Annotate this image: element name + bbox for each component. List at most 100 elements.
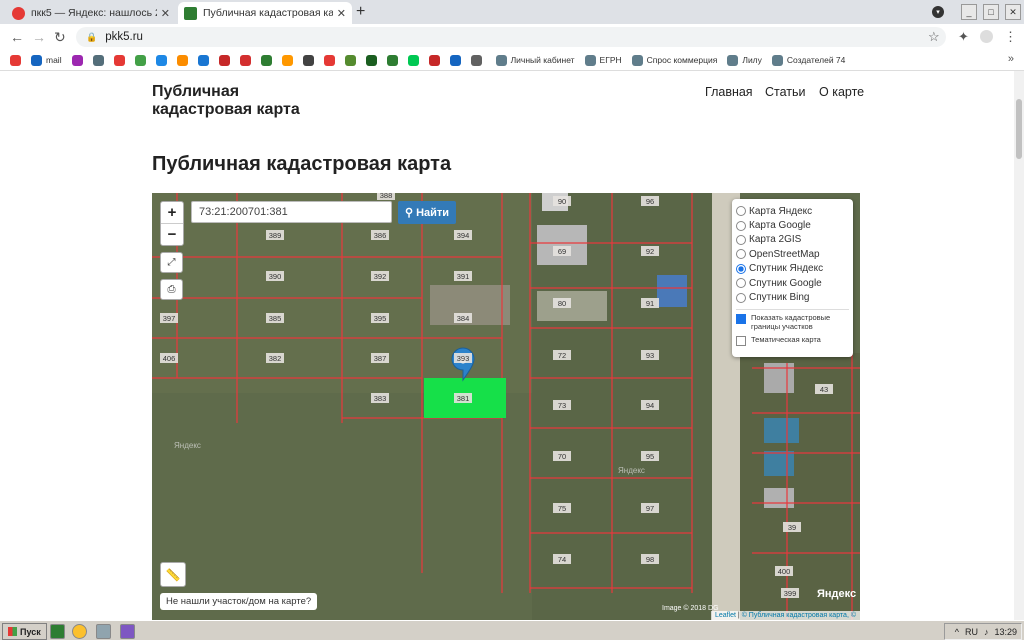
parcel-number[interactable]: 382 [269,354,282,363]
bookmark-item[interactable] [449,54,461,66]
parcel-number[interactable]: 400 [778,567,791,576]
bookmark-item[interactable] [470,54,482,66]
bookmark-item[interactable] [10,54,21,66]
bookmark-item[interactable] [344,54,356,66]
layer-option[interactable]: Карта Google [736,218,849,232]
bookmark-item[interactable]: Личный кабинет [495,54,575,66]
parcel-number[interactable]: 91 [646,299,654,308]
bookmark-item[interactable] [218,54,230,66]
parcel-number[interactable]: 397 [163,314,176,323]
bookmark-item[interactable] [302,54,314,66]
chrome-taskbar-icon[interactable] [72,624,87,639]
zoom-in-button[interactable]: + [161,202,183,223]
layer-option[interactable]: Спутник Bing [736,290,849,304]
bookmark-star-icon[interactable]: ☆ [928,29,940,45]
scrollbar-thumb[interactable] [1016,99,1022,159]
nav-articles[interactable]: Статьи [765,85,806,99]
checkbox[interactable] [736,313,746,324]
parcel-number[interactable]: 394 [457,231,470,240]
profile-avatar[interactable] [980,30,993,43]
site-attribution-link[interactable]: © Публичная кадастровая карта, © [742,612,856,619]
parcel-number[interactable]: 399 [784,589,797,598]
fullscreen-icon[interactable]: ⤢ [160,252,183,273]
parcel-number[interactable]: 69 [558,247,566,256]
parcel-number[interactable]: 393 [457,354,470,363]
menu-icon[interactable]: ⋮ [1004,29,1017,45]
bookmark-item[interactable]: mail [31,54,62,66]
bookmark-item[interactable] [71,54,83,66]
tab-search-icon[interactable]: ▾ [932,6,944,18]
parcel-number[interactable]: 70 [558,452,566,461]
parcel-number[interactable]: 387 [374,354,387,363]
close-tab-icon[interactable]: ✕ [161,7,170,20]
parcel-number[interactable]: 39 [788,523,796,532]
tray-expand-icon[interactable]: ^ [955,627,959,637]
tab-pkk[interactable]: Публичная кадастровая карта Ро ✕ [178,2,352,24]
taskbar-app-icon[interactable] [96,624,111,639]
layer-option[interactable]: Спутник Google [736,276,849,290]
layer-option[interactable]: Спутник Яндекс [736,262,849,276]
nav-home[interactable]: Главная [705,85,753,99]
parcel-number[interactable]: 395 [374,314,387,323]
parcel-number[interactable]: 95 [646,452,654,461]
bookmark-item[interactable] [281,54,293,66]
bookmark-item[interactable] [92,54,104,66]
taskbar-app-icon[interactable] [50,624,65,639]
parcel-number[interactable]: 392 [374,272,387,281]
bookmark-item[interactable] [323,54,335,66]
layer-radio[interactable] [736,234,746,245]
search-button[interactable]: ⚲ Найти [398,201,457,224]
parcel-number[interactable]: 386 [374,231,387,240]
bookmark-item[interactable]: Спрос коммерция [631,54,717,66]
bookmark-item[interactable]: ЕГРН [584,54,622,66]
maximize-icon[interactable]: □ [983,4,999,20]
more-bookmarks-icon[interactable]: » [1008,53,1014,65]
parcel-number[interactable]: 43 [820,385,828,394]
parcel-number[interactable]: 75 [558,504,566,513]
layer-option[interactable]: Карта Яндекс [736,204,849,218]
parcel-number[interactable]: 73 [558,401,566,410]
minimize-icon[interactable]: _ [961,4,977,20]
start-button[interactable]: Пуск [2,623,47,640]
parcel-number[interactable]: 97 [646,504,654,513]
bookmark-item[interactable] [113,54,125,66]
reload-icon[interactable]: ↻ [54,29,66,46]
bookmark-item[interactable] [260,54,272,66]
parcel-number[interactable]: 406 [163,354,176,363]
volume-icon[interactable]: ♪ [984,627,989,637]
parcel-number[interactable]: 381 [457,394,470,403]
thematic-map-checkbox[interactable]: Тематическая карта [736,335,849,346]
print-icon[interactable]: ⎙ [160,279,183,300]
leaflet-link[interactable]: Leaflet [715,612,736,619]
layer-radio[interactable] [736,220,746,231]
cadastral-map[interactable]: 388 389 386 394 390 392 391 397 385 395 384 406 382 3… [152,193,860,620]
parcel-number[interactable]: 384 [457,314,470,323]
parcel-number[interactable]: 389 [269,231,282,240]
bookmark-item[interactable] [176,54,188,66]
bookmark-item[interactable] [197,54,209,66]
layer-radio[interactable] [736,206,746,217]
parcel-number[interactable]: 383 [374,394,387,403]
checkbox[interactable] [736,335,746,346]
bookmark-item[interactable]: Создателей 74 [771,54,845,66]
parcel-number[interactable]: 96 [646,197,654,206]
close-window-icon[interactable]: ✕ [1005,4,1021,20]
address-bar[interactable]: 🔒 pkk5.ru [76,27,946,47]
parcel-number[interactable]: 74 [558,555,566,564]
layer-radio[interactable] [736,278,746,289]
bookmark-item[interactable]: Лилу [727,54,762,66]
forward-icon[interactable]: → [32,29,46,45]
nav-about[interactable]: О карте [819,85,864,99]
parcel-number[interactable]: 385 [269,314,282,323]
cadastral-number-input[interactable] [191,201,392,223]
bookmark-item[interactable] [386,54,398,66]
tab-yandex[interactable]: пкк5 — Яндекс: нашлось 22 млн р ✕ [6,2,176,24]
not-found-button[interactable]: Не нашли участок/дом на карте? [160,593,318,610]
bookmark-item[interactable] [407,54,419,66]
language-indicator[interactable]: RU [965,627,978,637]
parcel-number[interactable]: 98 [646,555,654,564]
layer-option[interactable]: OpenStreetMap [736,247,849,261]
back-icon[interactable]: ← [10,29,24,45]
bookmark-item[interactable] [155,54,167,66]
ruler-icon[interactable]: 📏 [160,562,186,587]
